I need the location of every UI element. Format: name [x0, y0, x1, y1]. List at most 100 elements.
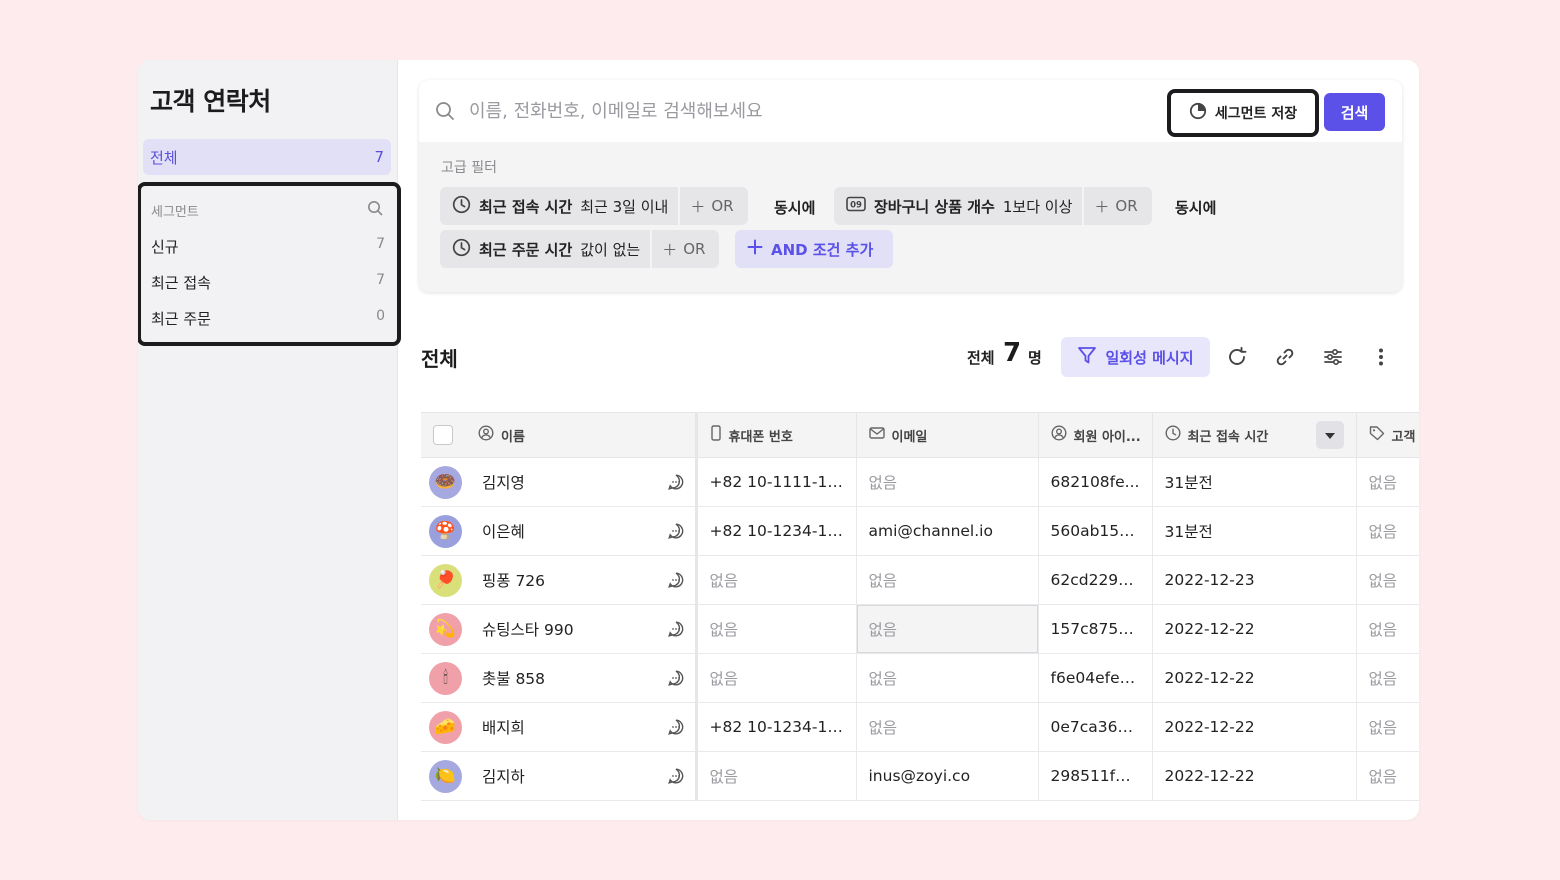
- segment-count: 7: [376, 272, 385, 288]
- tag-cell[interactable]: 없음: [1356, 604, 1419, 654]
- column-header-last-access[interactable]: 최근 접속 시간: [1152, 412, 1357, 458]
- tag-cell[interactable]: 없음: [1356, 506, 1419, 556]
- number-icon-text: 09: [850, 201, 862, 211]
- member-id-cell[interactable]: 682108fe...: [1038, 457, 1153, 507]
- chat-icon[interactable]: [667, 767, 685, 785]
- filter-chip-recent-access[interactable]: 최근 접속 시간 최근 3일 이내 ＋ OR: [440, 187, 748, 225]
- chat-icon[interactable]: [667, 620, 685, 638]
- last-access-cell[interactable]: 31분전: [1152, 506, 1357, 556]
- select-all-checkbox[interactable]: [433, 425, 453, 445]
- sidebar-item-segment-new[interactable]: 신규 7: [151, 236, 385, 257]
- table-row[interactable]: 🍋 김지하 없음 inus@zoyi.co 298511fb... 2022-1…: [421, 751, 1419, 801]
- table-row[interactable]: 🏓 핑퐁 726 없음 없음 62cd2297... 2022-12-23 없음: [421, 555, 1419, 605]
- more-vertical-icon[interactable]: [1369, 345, 1393, 369]
- add-or-button[interactable]: ＋ OR: [650, 230, 719, 268]
- phone-cell[interactable]: 없음: [696, 751, 857, 801]
- name-cell[interactable]: 🕯 촛불 858: [421, 653, 698, 703]
- or-label: OR: [1115, 197, 1138, 215]
- last-access-cell[interactable]: 2022-12-23: [1152, 555, 1357, 605]
- column-header-name[interactable]: 이름: [421, 412, 698, 458]
- table-row[interactable]: 🕯 촛불 858 없음 없음 f6e04efe-... 2022-12-22 없…: [421, 653, 1419, 703]
- filter-condition[interactable]: 최근 주문 시간 값이 없는: [440, 230, 650, 268]
- sidebar-item-segment-recent-order[interactable]: 최근 주문 0: [151, 308, 385, 329]
- last-access-cell[interactable]: 2022-12-22: [1152, 604, 1357, 654]
- search-input[interactable]: [469, 96, 1149, 126]
- phone-cell[interactable]: 없음: [696, 604, 857, 654]
- chat-icon[interactable]: [667, 522, 685, 540]
- column-header-phone[interactable]: 휴대폰 번호: [696, 412, 857, 458]
- sidebar-item-segment-recent-access[interactable]: 최근 접속 7: [151, 272, 385, 293]
- email-cell-selected[interactable]: 없음: [856, 604, 1039, 654]
- chat-icon[interactable]: [667, 571, 685, 589]
- column-header-member-id[interactable]: 회원 아이...: [1038, 412, 1153, 458]
- link-icon[interactable]: [1273, 345, 1297, 369]
- table-row[interactable]: 🍄 이은혜 +82 10-1234-12... ami@channel.io 5…: [421, 506, 1419, 556]
- tag-cell[interactable]: 없음: [1356, 555, 1419, 605]
- name-cell[interactable]: 🍄 이은혜: [421, 506, 698, 556]
- phone-cell[interactable]: 없음: [696, 555, 857, 605]
- name-cell[interactable]: 🍩 김지영: [421, 457, 698, 507]
- email-cell[interactable]: ami@channel.io: [856, 506, 1039, 556]
- column-header-tag[interactable]: 고객: [1356, 412, 1419, 458]
- tag-cell[interactable]: 없음: [1356, 751, 1419, 801]
- chat-icon[interactable]: [667, 718, 685, 736]
- column-label: 이름: [501, 429, 525, 445]
- tag-cell[interactable]: 없음: [1356, 702, 1419, 752]
- name-cell[interactable]: 💫 슈팅스타 990: [421, 604, 698, 654]
- last-access-cell[interactable]: 2022-12-22: [1152, 702, 1357, 752]
- filter-chip-recent-order[interactable]: 최근 주문 시간 값이 없는 ＋ OR: [440, 230, 720, 268]
- member-id-cell[interactable]: 298511fb...: [1038, 751, 1153, 801]
- filter-condition[interactable]: 최근 접속 시간 최근 3일 이내: [440, 187, 678, 225]
- last-access-cell[interactable]: 31분전: [1152, 457, 1357, 507]
- phone-cell[interactable]: +82 10-1234-12...: [696, 506, 857, 556]
- table-row[interactable]: 💫 슈팅스타 990 없음 없음 157c875d... 2022-12-22 …: [421, 604, 1419, 654]
- add-and-condition-button[interactable]: AND 조건 추가: [735, 230, 893, 268]
- phone-cell[interactable]: +82 10-1234-12...: [696, 702, 857, 752]
- search-button[interactable]: 검색: [1324, 93, 1385, 131]
- caret-down-icon: [1324, 428, 1335, 443]
- filter-condition[interactable]: 09 장바구니 상품 개수 1보다 이상: [834, 187, 1082, 225]
- filter-chip-cart-count[interactable]: 09 장바구니 상품 개수 1보다 이상 ＋ OR: [834, 187, 1152, 225]
- search-icon[interactable]: [367, 200, 383, 220]
- member-id-cell[interactable]: f6e04efe-...: [1038, 653, 1153, 703]
- email-cell[interactable]: 없음: [856, 457, 1039, 507]
- add-or-button[interactable]: ＋ OR: [678, 187, 747, 225]
- chat-icon[interactable]: [667, 669, 685, 687]
- member-id-cell[interactable]: 0e7ca361...: [1038, 702, 1153, 752]
- email-cell[interactable]: inus@zoyi.co: [856, 751, 1039, 801]
- name-cell[interactable]: 🏓 핑퐁 726: [421, 555, 698, 605]
- phone-cell[interactable]: 없음: [696, 653, 857, 703]
- tag-cell[interactable]: 없음: [1356, 457, 1419, 507]
- phone-icon: [710, 425, 722, 445]
- segment-count: 0: [376, 308, 385, 324]
- email-cell[interactable]: 없음: [856, 555, 1039, 605]
- settings-sliders-icon[interactable]: [1321, 345, 1345, 369]
- segments-header-label: 세그먼트: [151, 204, 199, 220]
- plus-icon: [747, 239, 763, 259]
- save-segment-button[interactable]: 세그먼트 저장: [1167, 89, 1319, 137]
- email-cell[interactable]: 없음: [856, 702, 1039, 752]
- last-access-cell[interactable]: 2022-12-22: [1152, 653, 1357, 703]
- plus-icon: ＋: [1094, 197, 1110, 216]
- clock-icon: [1164, 425, 1181, 445]
- column-header-email[interactable]: 이메일: [856, 412, 1039, 458]
- name-cell[interactable]: 🍋 김지하: [421, 751, 698, 801]
- sidebar-item-all[interactable]: 전체 7: [143, 139, 391, 175]
- contact-name: 핑퐁 726: [482, 572, 546, 590]
- table-row[interactable]: 🧀 배지희 +82 10-1234-12... 없음 0e7ca361... 2…: [421, 702, 1419, 752]
- add-or-button[interactable]: ＋ OR: [1082, 187, 1151, 225]
- name-cell[interactable]: 🧀 배지희: [421, 702, 698, 752]
- member-id-cell[interactable]: 62cd2297...: [1038, 555, 1153, 605]
- tag-cell[interactable]: 없음: [1356, 653, 1419, 703]
- table-row[interactable]: 🍩 김지영 +82 10-1111-1111 없음 682108fe... 31…: [421, 457, 1419, 507]
- one-off-message-button[interactable]: 일회성 메시지: [1061, 337, 1210, 377]
- refresh-icon[interactable]: [1225, 345, 1249, 369]
- chat-icon[interactable]: [667, 473, 685, 491]
- search-bar: 세그먼트 저장 검색: [419, 80, 1402, 142]
- phone-cell[interactable]: +82 10-1111-1111: [696, 457, 857, 507]
- sort-dropdown-button[interactable]: [1315, 421, 1344, 449]
- email-cell[interactable]: 없음: [856, 653, 1039, 703]
- member-id-cell[interactable]: 157c875d...: [1038, 604, 1153, 654]
- last-access-cell[interactable]: 2022-12-22: [1152, 751, 1357, 801]
- member-id-cell[interactable]: 560ab154...: [1038, 506, 1153, 556]
